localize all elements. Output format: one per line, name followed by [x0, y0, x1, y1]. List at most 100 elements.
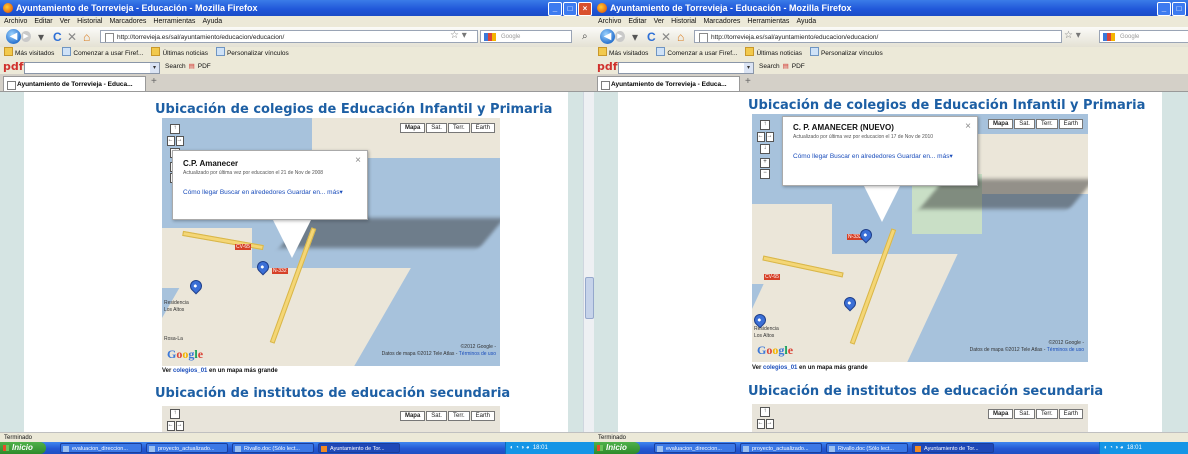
- bookmark-mas-visitados[interactable]: Más visitados: [4, 47, 54, 57]
- map-type-terr[interactable]: Terr.: [447, 411, 470, 421]
- menu-editar[interactable]: Editar: [34, 18, 52, 25]
- map-type-earth[interactable]: Earth: [470, 123, 495, 133]
- terms-link[interactable]: Términos de uso: [459, 351, 496, 357]
- chevron-down-icon[interactable]: ▾: [150, 63, 159, 73]
- pdf-search-button[interactable]: Search ▤ PDF: [759, 60, 805, 74]
- search-box[interactable]: Google: [1099, 30, 1188, 43]
- url-bar[interactable]: http://torrevieja.es/sal/ayuntamiento/ed…: [694, 30, 1062, 43]
- close-icon[interactable]: ×: [965, 121, 971, 132]
- menu-archivo[interactable]: Archivo: [598, 18, 621, 25]
- menu-ver[interactable]: Ver: [60, 18, 71, 25]
- map-type-mapa[interactable]: Mapa: [987, 119, 1014, 129]
- pan-right-icon[interactable]: →: [765, 132, 774, 142]
- chevron-down-icon[interactable]: ▾: [744, 63, 753, 73]
- tray-icons[interactable]: ◐ ◔ ◑ ◕: [1104, 445, 1127, 451]
- google-map-secondary[interactable]: ↑ ← → Mapa Sat. Terr. Earth: [752, 404, 1088, 432]
- url-bar[interactable]: http://torrevieja.es/sal/ayuntamiento/ed…: [100, 30, 478, 43]
- tray-icons[interactable]: ◐ ◔ ◑ ◕: [510, 445, 533, 451]
- menu-herramientas[interactable]: Herramientas: [153, 18, 195, 25]
- taskbar-item-evaluacion[interactable]: evaluacion_direccion...: [654, 443, 736, 453]
- pan-right-icon[interactable]: →: [175, 421, 184, 431]
- bookmark-comenzar[interactable]: Comenzar a usar Firef...: [62, 47, 143, 57]
- map-type-mapa[interactable]: Mapa: [399, 411, 426, 421]
- pan-right-icon[interactable]: →: [175, 136, 184, 146]
- google-map-secondary[interactable]: ↑ ← → Mapa Sat. Terr. Earth: [162, 406, 500, 432]
- pdf-search-button[interactable]: Search ▤ PDF: [165, 60, 211, 74]
- bookmark-mas-visitados[interactable]: Más visitados: [598, 47, 648, 57]
- minimize-icon[interactable]: _: [1157, 2, 1171, 16]
- pdf-search-input[interactable]: ▾: [24, 62, 160, 74]
- menu-archivo[interactable]: Archivo: [4, 18, 27, 25]
- title-bar[interactable]: Ayuntamiento de Torrevieja - Educación -…: [594, 0, 1188, 16]
- menu-herramientas[interactable]: Herramientas: [747, 18, 789, 25]
- colegios-link[interactable]: colegios_01: [173, 368, 207, 374]
- taskbar-item-proyecto[interactable]: proyecto_actualizado...: [146, 443, 228, 453]
- close-icon[interactable]: ×: [578, 2, 592, 16]
- menu-ver[interactable]: Ver: [654, 18, 665, 25]
- forward-icon[interactable]: ▶: [21, 31, 31, 42]
- menu-editar[interactable]: Editar: [628, 18, 646, 25]
- map-type-earth[interactable]: Earth: [470, 411, 495, 421]
- new-tab-icon[interactable]: +: [151, 76, 157, 87]
- back-icon[interactable]: ◀: [6, 29, 21, 44]
- menu-ayuda[interactable]: Ayuda: [202, 18, 222, 25]
- taskbar-item-evaluacion[interactable]: evaluacion_direccion...: [60, 443, 142, 453]
- title-bar[interactable]: Ayuntamiento de Torrevieja - Educación -…: [0, 0, 594, 16]
- tab-ayuntamiento[interactable]: Ayuntamiento de Torrevieja - Educa...: [3, 76, 146, 91]
- pan-left-icon[interactable]: ←: [756, 132, 765, 142]
- taskbar-item-rivallo[interactable]: Rivallo.doc (Sólo lect...: [232, 443, 314, 453]
- bookmark-personalizar[interactable]: Personalizar vínculos: [809, 47, 883, 57]
- close-icon[interactable]: ×: [355, 155, 361, 166]
- maximize-icon[interactable]: □: [1172, 2, 1186, 16]
- stop-icon[interactable]: ✕: [67, 30, 77, 44]
- search-icon[interactable]: ⌕: [582, 31, 588, 42]
- info-window-links[interactable]: Cómo llegar Buscar en alrededores Guarda…: [793, 152, 967, 161]
- map-type-earth[interactable]: Earth: [1058, 119, 1083, 129]
- taskbar-item-ayuntamiento[interactable]: Ayuntamiento de Tor...: [912, 443, 994, 453]
- pan-up-icon[interactable]: ↑: [760, 120, 770, 130]
- back-icon[interactable]: ◀: [600, 29, 615, 44]
- pan-right-icon[interactable]: →: [765, 419, 774, 429]
- terms-link[interactable]: Términos de uso: [1047, 347, 1084, 353]
- google-map[interactable]: CV-65 N-332 Residencia Los Altos Rosa-La…: [162, 118, 500, 366]
- map-type-mapa[interactable]: Mapa: [987, 409, 1014, 419]
- tab-ayuntamiento[interactable]: Ayuntamiento de Torrevieja - Educa...: [597, 76, 740, 91]
- map-type-terr[interactable]: Terr.: [1035, 119, 1058, 129]
- pan-left-icon[interactable]: ←: [756, 419, 765, 429]
- dropdown-icon[interactable]: ▾: [632, 30, 638, 44]
- bookmark-comenzar[interactable]: Comenzar a usar Firef...: [656, 47, 737, 57]
- pan-up-icon[interactable]: ↑: [170, 409, 180, 419]
- menu-ayuda[interactable]: Ayuda: [796, 18, 816, 25]
- taskbar-item-ayuntamiento[interactable]: Ayuntamiento de Tor...: [318, 443, 400, 453]
- stop-icon[interactable]: ✕: [661, 30, 671, 44]
- dropdown-icon[interactable]: ▾: [38, 30, 44, 44]
- home-icon[interactable]: ⌂: [677, 30, 684, 44]
- pan-down-icon[interactable]: ↓: [760, 144, 770, 154]
- vertical-scrollbar[interactable]: [583, 92, 594, 432]
- pan-left-icon[interactable]: ←: [166, 136, 175, 146]
- map-type-sat[interactable]: Sat.: [1014, 409, 1035, 419]
- zoom-in-icon[interactable]: +: [760, 158, 770, 168]
- bookmark-star-icon[interactable]: ☆ ▾: [450, 30, 467, 41]
- bookmark-ultimas-noticias[interactable]: Últimas noticias: [745, 47, 802, 57]
- pan-up-icon[interactable]: ↑: [760, 407, 770, 417]
- maximize-icon[interactable]: □: [563, 2, 577, 16]
- map-type-sat[interactable]: Sat.: [1014, 119, 1035, 129]
- map-type-sat[interactable]: Sat.: [426, 411, 447, 421]
- start-button[interactable]: Inicio: [0, 442, 46, 454]
- taskbar-item-proyecto[interactable]: proyecto_actualizado...: [740, 443, 822, 453]
- bookmark-ultimas-noticias[interactable]: Últimas noticias: [151, 47, 208, 57]
- map-type-terr[interactable]: Terr.: [447, 123, 470, 133]
- map-type-mapa[interactable]: Mapa: [399, 123, 426, 133]
- taskbar-item-rivallo[interactable]: Rivallo.doc (Sólo lect...: [826, 443, 908, 453]
- menu-marcadores[interactable]: Marcadores: [109, 18, 146, 25]
- reload-icon[interactable]: C: [53, 30, 62, 44]
- scroll-thumb[interactable]: [585, 277, 594, 319]
- menu-historial[interactable]: Historial: [77, 18, 102, 25]
- menu-historial[interactable]: Historial: [671, 18, 696, 25]
- school-marker[interactable]: [857, 226, 875, 244]
- info-window-links[interactable]: Cómo llegar Buscar en alrededores Guarda…: [183, 188, 357, 197]
- minimize-icon[interactable]: _: [548, 2, 562, 16]
- map-type-earth[interactable]: Earth: [1058, 409, 1083, 419]
- bookmark-personalizar[interactable]: Personalizar vínculos: [215, 47, 289, 57]
